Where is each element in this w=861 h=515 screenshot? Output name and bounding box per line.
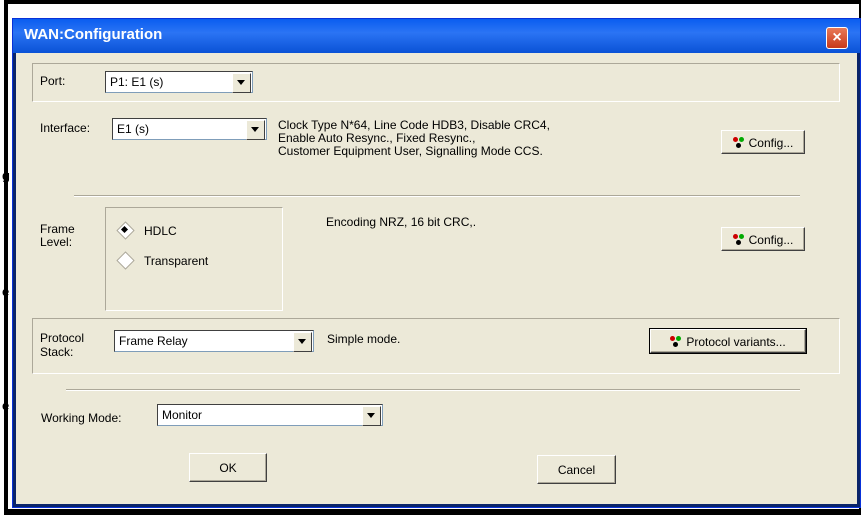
- close-icon: ×: [832, 29, 842, 46]
- ok-label: OK: [219, 461, 237, 475]
- interface-config-label: Config...: [748, 136, 794, 150]
- frame-level-config-label: Config...: [748, 233, 794, 247]
- interface-description-line: Clock Type N*64, Line Code HDB3, Disable…: [278, 118, 550, 132]
- working-mode-label: Working Mode:: [41, 411, 122, 425]
- chevron-down-icon[interactable]: [293, 332, 312, 352]
- config-icon: [732, 234, 747, 246]
- config-icon: [670, 336, 684, 348]
- working-mode-dropdown[interactable]: Monitor: [157, 404, 383, 426]
- background-text-fragment: e: [2, 284, 10, 299]
- chevron-down-icon[interactable]: [362, 406, 381, 426]
- frame-level-config-button[interactable]: Config...: [721, 227, 805, 251]
- hdlc-radio[interactable]: [116, 221, 135, 240]
- protocol-variants-label: Protocol variants...: [686, 335, 786, 349]
- close-button[interactable]: ×: [826, 27, 848, 49]
- frame-level-label-line2: Level:: [40, 235, 73, 249]
- radio-diamond-icon: [116, 251, 135, 270]
- cancel-label: Cancel: [557, 463, 596, 477]
- ok-button[interactable]: OK: [189, 453, 267, 482]
- transparent-option-label[interactable]: Transparent: [144, 254, 208, 268]
- cancel-button[interactable]: Cancel: [537, 455, 616, 484]
- interface-value: E1 (s): [117, 122, 150, 136]
- divider: [66, 389, 800, 391]
- background-text-fragment: e: [2, 398, 10, 413]
- transparent-radio[interactable]: [116, 251, 135, 270]
- chevron-down-icon[interactable]: [246, 120, 265, 140]
- working-mode-value: Monitor: [162, 408, 203, 422]
- protocol-stack-label-line2: Stack:: [40, 345, 74, 359]
- dialog-title: WAN:Configuration: [24, 26, 163, 43]
- background-text-fragment: g: [2, 168, 10, 183]
- port-section-box: [32, 63, 840, 102]
- interface-description-line: Customer Equipment User, Signalling Mode…: [278, 144, 543, 158]
- protocol-stack-dropdown[interactable]: Frame Relay: [114, 330, 314, 352]
- frame-level-description: Encoding NRZ, 16 bit CRC,.: [326, 215, 477, 229]
- interface-config-button[interactable]: Config...: [721, 130, 805, 154]
- protocol-stack-description: Simple mode.: [327, 332, 401, 346]
- interface-label: Interface:: [40, 121, 91, 135]
- hdlc-option-label[interactable]: HDLC: [144, 224, 177, 238]
- protocol-stack-value: Frame Relay: [119, 334, 188, 348]
- interface-description-line: Enable Auto Resync., Fixed Resync.,: [278, 131, 476, 145]
- frame-level-label: Frame: [40, 222, 75, 236]
- protocol-stack-label: Protocol: [40, 331, 85, 345]
- protocol-variants-button[interactable]: Protocol variants...: [649, 328, 807, 354]
- config-icon: [732, 137, 747, 149]
- divider: [74, 195, 800, 197]
- interface-dropdown[interactable]: E1 (s): [112, 118, 267, 140]
